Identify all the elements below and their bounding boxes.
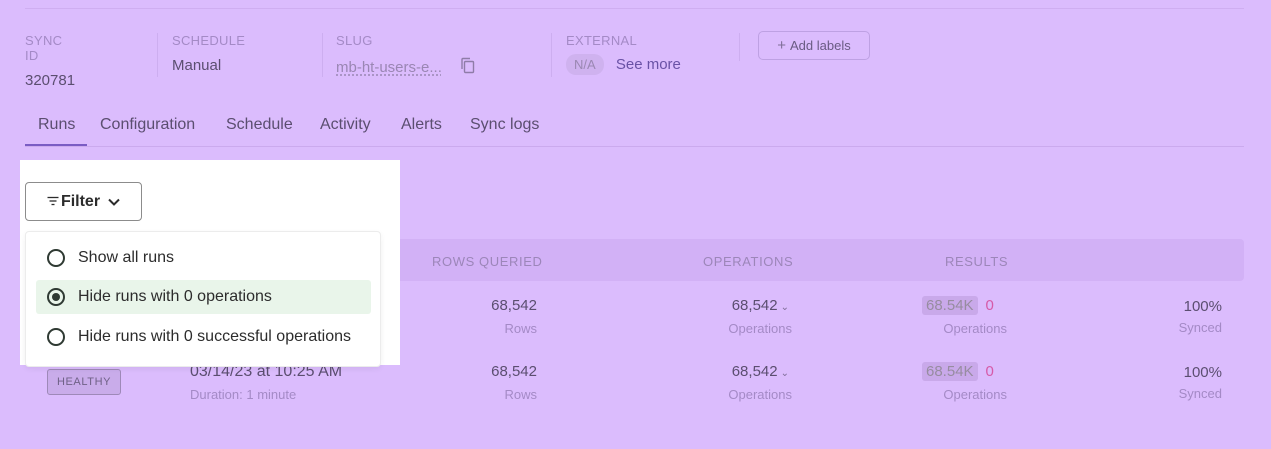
filter-button[interactable]: Filter — [25, 182, 142, 221]
sync-id-value: 320781 — [25, 72, 76, 89]
results-failed: 0 — [985, 363, 994, 380]
tab-configuration[interactable]: Configuration — [100, 116, 195, 134]
header-results: RESULTS — [945, 254, 1009, 269]
tab-alerts[interactable]: Alerts — [401, 116, 442, 134]
top-divider — [25, 8, 1244, 9]
filter-icon — [47, 193, 59, 211]
sync-id-label: SYNC ID — [25, 33, 63, 63]
option-label: Show all runs — [78, 249, 175, 266]
operations-value[interactable]: 68,542 ⌄ — [732, 297, 789, 314]
rows-queried-value: 68,542 — [491, 363, 537, 380]
radio-button[interactable] — [47, 328, 65, 346]
option-label: Hide runs with 0 successful operations — [78, 328, 352, 345]
plus-icon: + — [777, 37, 787, 54]
add-labels-label: Add labels — [790, 38, 851, 53]
rows-queried-value: 68,542 — [491, 297, 537, 314]
synced-label: Synced — [1178, 320, 1222, 335]
schedule-value: Manual — [172, 57, 222, 74]
synced-percent: 100% — [1183, 364, 1222, 381]
slug: SLUG mb-ht-users-e... — [336, 33, 476, 79]
operations-count: 68,542 — [731, 297, 778, 314]
operations-unit: Operations — [728, 321, 792, 336]
radio-button[interactable] — [47, 249, 65, 267]
chevron-down-icon: ⌄ — [780, 302, 789, 313]
tab-schedule[interactable]: Schedule — [226, 116, 293, 134]
active-tab-indicator — [25, 144, 87, 146]
operations-unit: Operations — [728, 387, 792, 402]
option-hide-zero-successful[interactable]: Hide runs with 0 successful operations — [36, 320, 371, 354]
chevron-down-icon: ⌄ — [780, 368, 789, 379]
synced-percent: 100% — [1183, 298, 1222, 315]
synced-label: Synced — [1178, 386, 1222, 401]
external-badge: N/A — [566, 54, 604, 75]
see-more-link[interactable]: See more — [616, 56, 681, 73]
results-value: 68.54K 0 — [922, 362, 994, 381]
meta-divider — [322, 33, 323, 77]
option-show-all-runs[interactable]: Show all runs — [36, 241, 371, 275]
results-success: 68.54K — [922, 362, 978, 381]
slug-label: SLUG — [336, 33, 373, 48]
meta-divider — [157, 33, 158, 77]
tab-activity[interactable]: Activity — [320, 116, 371, 134]
external-label: EXTERNAL — [566, 33, 638, 48]
status-badge: HEALTHY — [47, 369, 121, 395]
slug-value[interactable]: mb-ht-users-e... — [336, 59, 442, 76]
results-value: 68.54K 0 — [922, 296, 994, 315]
operations-count: 68,542 — [731, 363, 778, 380]
tab-bar: Runs Configuration Schedule Activity Ale… — [25, 108, 1244, 147]
tab-sync-logs[interactable]: Sync logs — [470, 116, 539, 134]
radio-button-selected[interactable] — [47, 288, 65, 306]
meta-divider — [739, 33, 740, 61]
results-unit: Operations — [943, 387, 1007, 402]
option-hide-zero-operations[interactable]: Hide runs with 0 operations — [36, 280, 371, 314]
chevron-down-icon — [108, 198, 120, 206]
rows-queried-unit: Rows — [504, 387, 537, 402]
results-success: 68.54K — [922, 296, 978, 315]
tab-runs[interactable]: Runs — [38, 116, 75, 134]
copy-icon[interactable] — [460, 57, 476, 79]
add-labels-button[interactable]: + Add labels — [758, 31, 870, 60]
header-rows-queried: ROWS QUERIED — [432, 254, 543, 269]
rows-queried-unit: Rows — [504, 321, 537, 336]
filter-dropdown-panel: Filter Show all runs Hide runs with 0 op… — [20, 160, 400, 367]
option-label: Hide runs with 0 operations — [78, 288, 272, 305]
schedule: SCHEDULE Manual — [172, 33, 245, 74]
schedule-label: SCHEDULE — [172, 33, 246, 48]
header-operations: OPERATIONS — [703, 254, 794, 269]
sync-id: SYNC ID 320781 — [25, 33, 75, 89]
meta-divider — [551, 33, 552, 77]
operations-value[interactable]: 68,542 ⌄ — [732, 363, 789, 380]
results-failed: 0 — [985, 297, 994, 314]
filter-menu: Show all runs Hide runs with 0 operation… — [25, 231, 381, 367]
run-duration: Duration: 1 minute — [190, 387, 297, 402]
filter-label: Filter — [60, 192, 101, 210]
external: EXTERNAL N/A See more — [566, 33, 681, 75]
results-unit: Operations — [943, 321, 1007, 336]
